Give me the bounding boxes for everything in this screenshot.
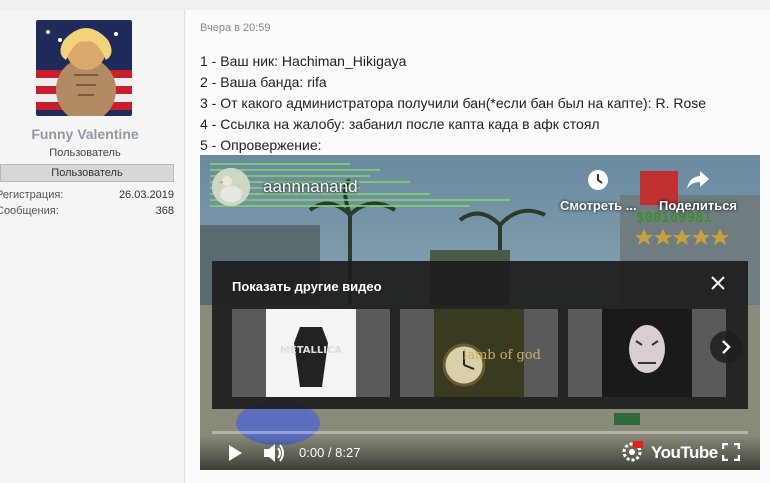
channel-name[interactable]: aannnanand <box>263 177 358 197</box>
post-line: 5 - Опровержение: <box>200 137 322 153</box>
next-videos-button[interactable] <box>710 331 742 363</box>
player-controls: 0:00 / 8:27 YouTube <box>200 435 760 470</box>
video-thumbnail[interactable] <box>568 309 726 397</box>
forum-post-page: Funny Valentine Пользователь Пользовател… <box>0 0 770 483</box>
avatar[interactable] <box>36 20 132 116</box>
fullscreen-icon[interactable] <box>722 443 740 461</box>
progress-bar[interactable] <box>212 431 748 434</box>
close-icon[interactable] <box>708 273 728 293</box>
volume-icon[interactable] <box>262 442 286 464</box>
stat-value: 368 <box>155 205 174 217</box>
top-bar <box>0 0 770 10</box>
channel-avatar[interactable] <box>212 168 250 206</box>
time-display: 0:00 / 8:27 <box>299 445 361 460</box>
user-title: Пользователь <box>49 147 121 159</box>
post-content: 1 - Ваш ник: Hachiman_Hikigaya 2 - Ваша … <box>200 51 706 156</box>
thumbnail-text: lamb of god <box>463 348 541 363</box>
chevron-right-icon <box>722 340 731 354</box>
watch-later-button[interactable]: Смотреть ... <box>560 169 637 213</box>
post-line: 2 - Ваша банда: rifa <box>200 74 327 90</box>
post-line: 3 - От какого администратора получили ба… <box>200 95 707 111</box>
overlay-title: Показать другие видео <box>232 279 382 294</box>
stat-label: Сообщения: <box>0 205 59 217</box>
youtube-embed[interactable]: $00169981 aannnanand Смотреть ... Подели… <box>200 155 760 470</box>
stat-label: Регистрация: <box>0 189 64 201</box>
username[interactable]: Funny Valentine <box>0 126 170 142</box>
lamb-of-god-thumbnail: lamb of god <box>400 309 558 397</box>
share-icon <box>687 171 709 189</box>
metallica-thumbnail: METALLICA <box>232 309 390 397</box>
video-thumbnail[interactable]: lamb of god <box>400 309 558 397</box>
watch-later-label: Смотреть ... <box>560 198 637 213</box>
post-line: 4 - Ссылка на жалобу: забанил после капт… <box>200 116 600 132</box>
share-label: Поделиться <box>658 198 738 213</box>
stat-value: 26.03.2019 <box>118 189 174 201</box>
video-thumbnail[interactable]: METALLICA <box>232 309 390 397</box>
user-panel: Funny Valentine Пользователь Пользовател… <box>0 10 185 483</box>
user-banner: Пользователь <box>0 164 174 182</box>
play-icon[interactable] <box>227 444 243 462</box>
hd-settings-icon[interactable] <box>621 441 643 463</box>
more-videos-overlay: Показать другие видео METALLICA lamb of … <box>212 261 748 409</box>
post-line: 1 - Ваш ник: Hachiman_Hikigaya <box>200 53 407 69</box>
share-button[interactable]: Поделиться <box>656 169 740 213</box>
thumbnail-text: METALLICA <box>280 345 342 356</box>
slipknot-thumbnail <box>568 309 726 397</box>
youtube-logo[interactable]: YouTube <box>651 443 718 463</box>
post-date[interactable]: Вчера в 20:59 <box>200 22 271 34</box>
clock-icon <box>588 170 608 190</box>
